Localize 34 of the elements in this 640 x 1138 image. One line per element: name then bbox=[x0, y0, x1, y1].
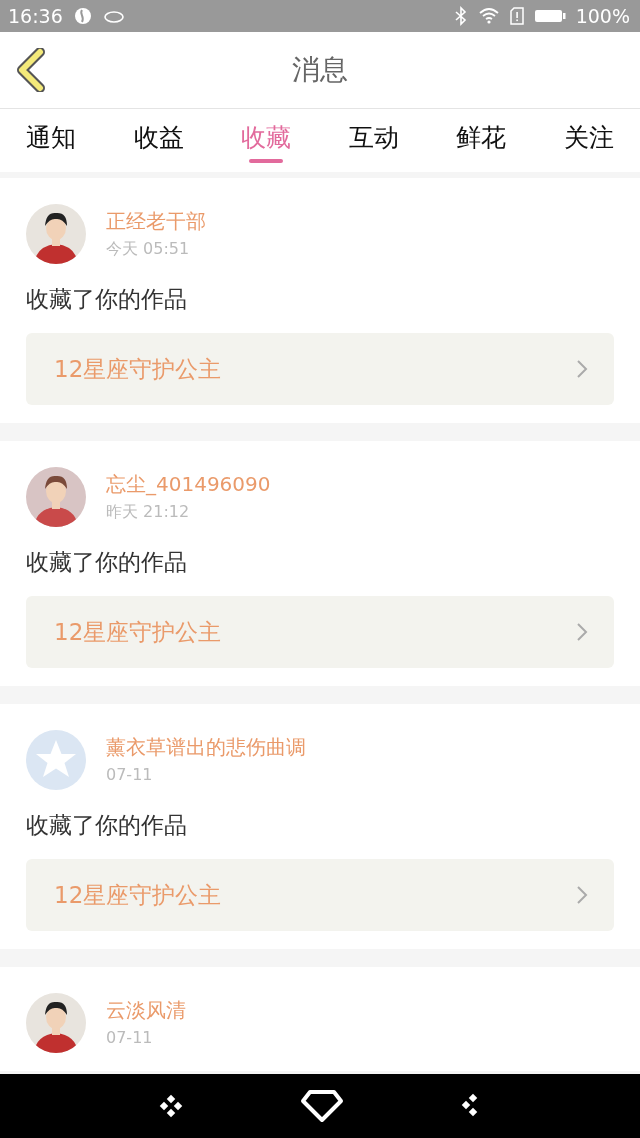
bluetooth-icon bbox=[453, 6, 468, 26]
message-text: 收藏了你的作品 bbox=[26, 285, 188, 314]
battery-percent: 100% bbox=[575, 5, 630, 27]
tab[interactable]: 通知 bbox=[26, 109, 76, 172]
timestamp: 昨天 21:12 bbox=[106, 502, 191, 523]
chevron-right-icon bbox=[576, 359, 588, 379]
tab[interactable]: 互动 bbox=[348, 109, 399, 172]
home-diamond-icon[interactable] bbox=[300, 1089, 344, 1123]
timestamp: 07-11 bbox=[106, 765, 154, 784]
tab[interactable]: 收藏 bbox=[241, 109, 292, 172]
work-link[interactable]: 12星座守护公主 bbox=[26, 859, 614, 931]
timestamp: 今天 05:51 bbox=[106, 239, 191, 260]
chevron-right-icon bbox=[576, 622, 588, 642]
sim-alert-icon bbox=[509, 7, 524, 25]
chevron-right-icon bbox=[576, 885, 588, 905]
back-icon[interactable] bbox=[16, 48, 48, 92]
work-link[interactable]: 12星座守护公主 bbox=[26, 596, 614, 668]
work-link[interactable]: 12星座守护公主 bbox=[26, 333, 614, 405]
user-name[interactable]: 薰衣草谱出的悲伤曲调 bbox=[106, 734, 306, 761]
message-text: 收藏了你的作品 bbox=[26, 548, 188, 577]
user-name[interactable]: 云淡风清 bbox=[106, 997, 186, 1024]
page-title: 消息 bbox=[292, 52, 348, 88]
message-text: 收藏了你的作品 bbox=[26, 811, 188, 840]
menu-dots-icon[interactable] bbox=[158, 1094, 183, 1118]
battery-icon bbox=[533, 8, 566, 24]
tab[interactable]: 收益 bbox=[133, 109, 184, 172]
timestamp: 07-11 bbox=[106, 1028, 154, 1047]
wifi-icon bbox=[477, 7, 500, 25]
user-name[interactable]: 忘尘_401496090 bbox=[106, 471, 271, 498]
user-name[interactable]: 正经老干部 bbox=[106, 208, 206, 235]
default-avatar-icon bbox=[26, 730, 86, 790]
tab[interactable]: 关注 bbox=[563, 109, 614, 172]
clock: 16:36 bbox=[8, 5, 63, 27]
tab[interactable]: 鲜花 bbox=[456, 109, 507, 172]
